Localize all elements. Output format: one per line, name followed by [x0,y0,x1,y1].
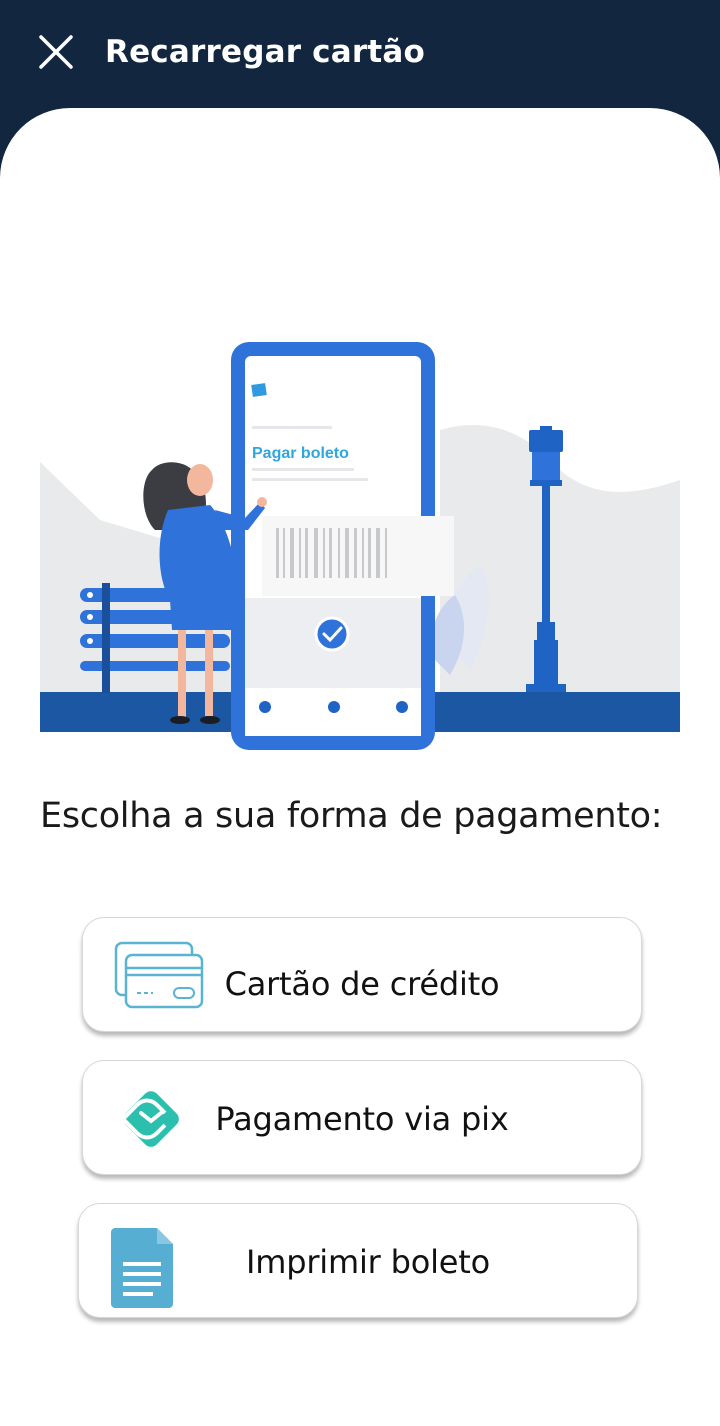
phone-screen-title: Pagar boleto [252,445,349,462]
boleto-label: Imprimir boleto [246,1243,490,1281]
check-icon [314,616,350,652]
payment-illustration: Pagar boleto [40,342,680,750]
page-title: Recarregar cartão [105,34,425,70]
pix-label: Pagamento via pix [215,1100,509,1138]
close-button[interactable] [34,30,78,74]
app-header: Recarregar cartão [0,0,720,110]
payment-method-prompt: Escolha a sua forma de pagamento: [40,796,663,836]
credit-card-button[interactable]: Cartão de crédito [82,917,642,1032]
close-icon [39,35,73,69]
credit-card-label: Cartão de crédito [224,965,500,1003]
barcode-card [262,516,454,596]
pix-payment-button[interactable]: Pagamento via pix [82,1060,642,1175]
print-boleto-button[interactable]: Imprimir boleto [78,1203,638,1318]
